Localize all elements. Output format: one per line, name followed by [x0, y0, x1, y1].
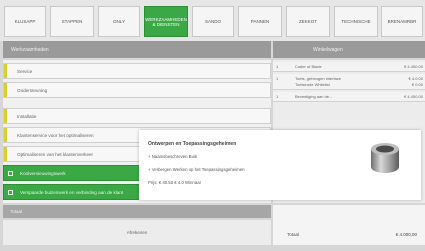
list-item-label: Optimaliseren van het klantenverkeer	[17, 151, 94, 157]
cart-item-price: € 4.0.00	[408, 76, 423, 81]
popup-option: + Verbergen Werken op het Toepassingsgeh…	[148, 167, 245, 172]
checkout-label: Afrekenen	[126, 230, 148, 235]
tab-sando[interactable]: SANDO	[192, 6, 234, 37]
popup-price: Prijs: € 40.50 € 4.0 Winnaar	[148, 180, 202, 185]
list-item[interactable]: Installatie	[3, 108, 271, 124]
status-bar	[4, 147, 7, 161]
total-label: Totaal	[287, 232, 300, 237]
total-value: € 4.000,00	[395, 232, 417, 237]
tab-werkzaamheden[interactable]: WERKZAAMHEDEN & DIENSTEN	[144, 6, 188, 37]
list-item-label: Ondersteuning	[17, 87, 48, 93]
list-item[interactable]: Service	[3, 63, 271, 79]
checkbox-icon	[8, 190, 13, 195]
list-item-label: Klantenservice voor het optimaliseren	[17, 132, 94, 138]
tab-stappen[interactable]: STAPPEN	[50, 6, 94, 37]
list-item[interactable]: Ondersteuning	[3, 82, 271, 98]
status-bar	[4, 109, 7, 123]
top-nav-bar: KLUSAPP STAPPEN ONLY WERKZAAMHEDEN & DIE…	[0, 0, 425, 41]
cart-header: Winkelwagen	[273, 41, 425, 58]
cart-item-name: Toets, geheugen interface	[295, 76, 342, 81]
popup-title: Ontwerpen en Toepassingsgeheimen	[148, 141, 237, 147]
total-panel: Totaal € 4.000,00	[273, 205, 425, 245]
cart-item-subname: Toetsende Whitelist	[295, 82, 330, 87]
cart-item-price: € 4.450.00	[404, 94, 423, 99]
tab-zekkot[interactable]: ZEKKOT	[286, 6, 330, 37]
cart-item-subprice: € 0.00	[411, 82, 423, 87]
list-item-label: Verspaarde buizenwerk en verbinding aan …	[20, 189, 124, 195]
footer-strip: Totaal	[3, 205, 271, 218]
product-popup[interactable]: Ontwerpen en Toepassingsgeheimen + Naams…	[139, 130, 421, 200]
status-bar	[4, 64, 7, 78]
cart-item-price: € 4.450.00	[404, 64, 423, 69]
popup-option: + Naamsbeschreven Buik	[148, 154, 198, 159]
checkout-button[interactable]: Afrekenen	[3, 220, 271, 245]
cart-row[interactable]: 1 Cutter of Blade € 4.450.00	[273, 62, 425, 72]
list-item-label: Installatie	[17, 113, 37, 119]
cart-item-name: Cutter of Blade	[295, 64, 322, 69]
cart-qty: 1	[276, 94, 279, 99]
list-item-label: Koolvernieuwingswerk	[20, 170, 66, 176]
cart-row[interactable]: 1 Bevestiging aan de... € 4.450.00	[273, 92, 425, 102]
tab-pannen[interactable]: PANNEN	[238, 6, 282, 37]
pipe-sleeve-image	[371, 143, 399, 173]
category-header: Werkzaamheden	[3, 41, 271, 58]
checkbox-icon	[8, 171, 13, 176]
cart-qty: 1	[276, 76, 279, 81]
list-item-label: Service	[17, 68, 33, 74]
status-bar	[4, 128, 7, 142]
cart-qty: 1	[276, 64, 279, 69]
status-bar	[4, 83, 7, 97]
tab-klusapp[interactable]: KLUSAPP	[4, 6, 46, 37]
cart-row[interactable]: 1 Toets, geheugen interface Toetsende Wh…	[273, 74, 425, 90]
cart-item-name: Bevestiging aan de...	[295, 94, 333, 99]
tab-technische[interactable]: TECHNISCHE	[334, 6, 378, 37]
tab-brenamrbr[interactable]: BRENAMRBR	[381, 6, 423, 37]
tab-only[interactable]: ONLY	[98, 6, 140, 37]
